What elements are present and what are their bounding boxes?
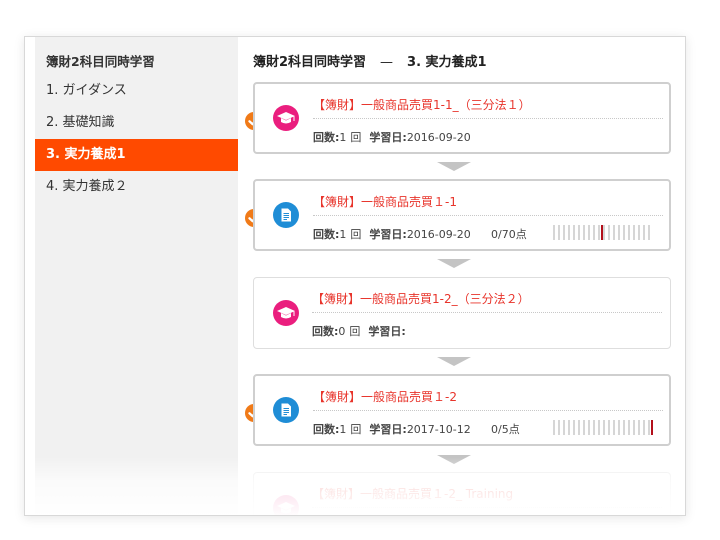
- count-value: 1: [339, 131, 347, 144]
- lesson-card[interactable]: 【簿財】一般商品売買1-1_（三分法１） 回数:1 回学習日:2016-09-20: [253, 82, 671, 154]
- app-frame: 簿財2科目同時学習 1. ガイダンス 2. 基礎知識 3. 実力養成1 4. 実…: [24, 36, 686, 516]
- graduation-cap-icon: [273, 105, 299, 131]
- sidebar-title: 簿財2科目同時学習: [46, 54, 155, 69]
- lesson-meta: 回数:1 回学習日:2016-09-20: [313, 226, 471, 242]
- count-unit: 回: [350, 228, 362, 241]
- count-value: 1: [339, 423, 347, 436]
- page-title: 簿財2科目同時学習 — 3. 実力養成1: [253, 51, 487, 70]
- count-label: 回数:: [313, 423, 340, 436]
- score-marker: [651, 420, 653, 435]
- lesson-meta: 回数:0 回学習日:: [312, 323, 406, 339]
- count-label: 回数:: [313, 131, 340, 144]
- count-value: 1: [339, 228, 347, 241]
- flow-arrow-icon: [437, 455, 471, 464]
- sidebar-item-practice-1[interactable]: 3. 実力養成1: [35, 139, 238, 171]
- score-value: 0/5点: [491, 423, 520, 436]
- lesson-meta: 回数:1 回学習日:2016-09-20: [313, 129, 471, 145]
- date-label: 学習日:: [368, 325, 406, 338]
- score-value: 0/70点: [491, 228, 527, 241]
- sidebar: 簿財2科目同時学習 1. ガイダンス 2. 基礎知識 3. 実力養成1 4. 実…: [35, 37, 238, 515]
- flow-arrow-icon: [437, 259, 471, 268]
- page-title-section: 3. 実力養成1: [407, 55, 487, 70]
- lesson-title[interactable]: 【簿財】一般商品売買1-2_（三分法２）: [312, 290, 662, 313]
- date-value: 2016-09-20: [406, 131, 471, 144]
- lesson-title[interactable]: 【簿財】一般商品売買1-1_（三分法１）: [313, 96, 663, 119]
- sidebar-item-basics[interactable]: 2. 基礎知識: [35, 107, 238, 139]
- date-value: 2017-10-12: [406, 423, 471, 436]
- lesson-title[interactable]: 【簿財】一般商品売買１-2: [313, 388, 663, 411]
- score-marker: [601, 225, 603, 240]
- date-label: 学習日:: [369, 423, 407, 436]
- date-label: 学習日:: [369, 228, 407, 241]
- graduation-cap-icon: [273, 300, 299, 326]
- lesson-title[interactable]: 【簿財】一般商品売買１-1: [313, 193, 663, 216]
- date-value: 2016-09-20: [406, 228, 471, 241]
- count-label: 回数:: [313, 228, 340, 241]
- page-title-separator: —: [380, 55, 394, 70]
- document-icon: [273, 202, 299, 228]
- count-unit: 回: [350, 423, 362, 436]
- lesson-card[interactable]: 【簿財】一般商品売買１-2_ Training: [253, 472, 671, 515]
- lesson-meta: 回数:1 回学習日:2017-10-12: [313, 421, 471, 437]
- count-unit: 回: [349, 325, 361, 338]
- lesson-card[interactable]: 【簿財】一般商品売買１-2 回数:1 回学習日:2017-10-12 0/5点: [253, 374, 671, 446]
- count-value: 0: [338, 325, 346, 338]
- sidebar-item-guidance[interactable]: 1. ガイダンス: [35, 75, 238, 107]
- score-bar: [553, 225, 653, 240]
- lesson-card[interactable]: 【簿財】一般商品売買１-1 回数:1 回学習日:2016-09-20 0/70点: [253, 179, 671, 251]
- lesson-title[interactable]: 【簿財】一般商品売買１-2_ Training: [312, 485, 662, 508]
- graduation-cap-icon: [273, 495, 299, 515]
- score-bar: [553, 420, 653, 435]
- count-label: 回数:: [312, 325, 339, 338]
- date-label: 学習日:: [369, 131, 407, 144]
- sidebar-item-practice-2[interactable]: 4. 実力養成２: [35, 171, 238, 203]
- count-unit: 回: [350, 131, 362, 144]
- flow-arrow-icon: [437, 162, 471, 171]
- lesson-card[interactable]: 【簿財】一般商品売買1-2_（三分法２） 回数:0 回学習日:: [253, 277, 671, 349]
- flow-arrow-icon: [437, 357, 471, 366]
- page-title-course: 簿財2科目同時学習: [253, 55, 367, 70]
- document-icon: [273, 397, 299, 423]
